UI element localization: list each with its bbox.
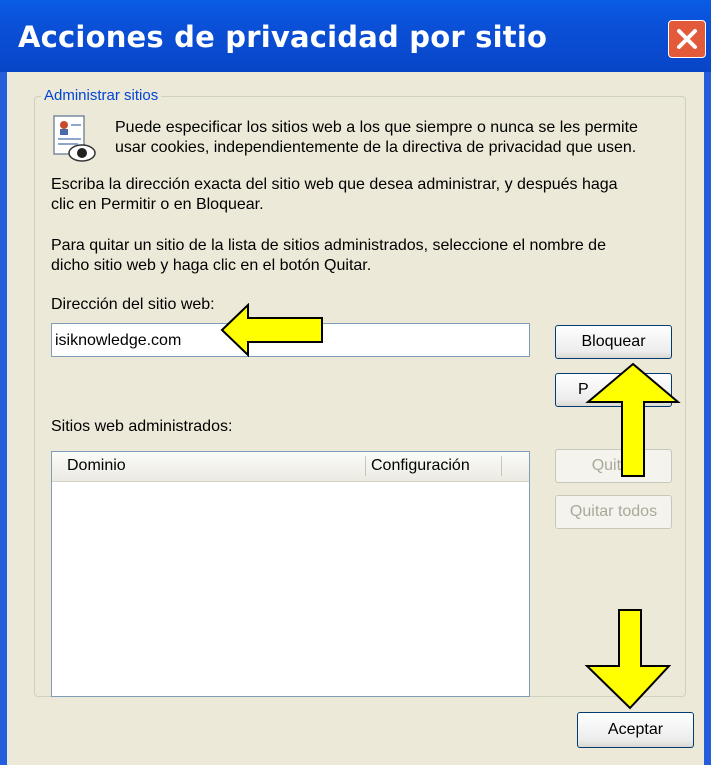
- privacy-document-eye-icon: [53, 115, 96, 162]
- ok-button[interactable]: Aceptar: [577, 712, 694, 748]
- managed-sites-list[interactable]: Dominio Configuración: [51, 451, 530, 697]
- column-separator[interactable]: [501, 456, 502, 476]
- block-button[interactable]: Bloquear: [555, 325, 672, 359]
- address-label: Dirección del sitio web:: [51, 296, 215, 313]
- annotation-arrow-left: [220, 303, 323, 357]
- list-header: Dominio Configuración: [52, 452, 529, 482]
- intro-text-line1: Puede especificar los sitios web a los q…: [115, 119, 638, 136]
- remove-all-button[interactable]: Quitar todos: [555, 495, 672, 529]
- column-domain[interactable]: Dominio: [67, 457, 126, 475]
- title-bar[interactable]: Acciones de privacidad por sitio: [0, 0, 711, 72]
- instructions-line1: Escriba la dirección exacta del sitio we…: [51, 176, 618, 193]
- close-button[interactable]: [668, 20, 706, 58]
- column-setting[interactable]: Configuración: [371, 457, 470, 475]
- group-legend: Administrar sitios: [41, 87, 162, 104]
- managed-sites-label: Sitios web administrados:: [51, 418, 233, 435]
- instructions-line2: clic en Permitir o en Bloquear.: [51, 196, 264, 213]
- column-separator[interactable]: [365, 456, 366, 476]
- annotation-arrow-down: [584, 609, 672, 710]
- close-icon: [677, 29, 697, 49]
- window-title: Acciones de privacidad por sitio: [18, 20, 548, 54]
- intro-text-line2: usar cookies, independientemente de la d…: [115, 139, 637, 156]
- remove-instructions-line1: Para quitar un sitio de la lista de siti…: [51, 237, 606, 254]
- annotation-arrow-up: [585, 362, 681, 477]
- remove-instructions-line2: dicho sitio web y haga clic en el botón …: [51, 257, 372, 274]
